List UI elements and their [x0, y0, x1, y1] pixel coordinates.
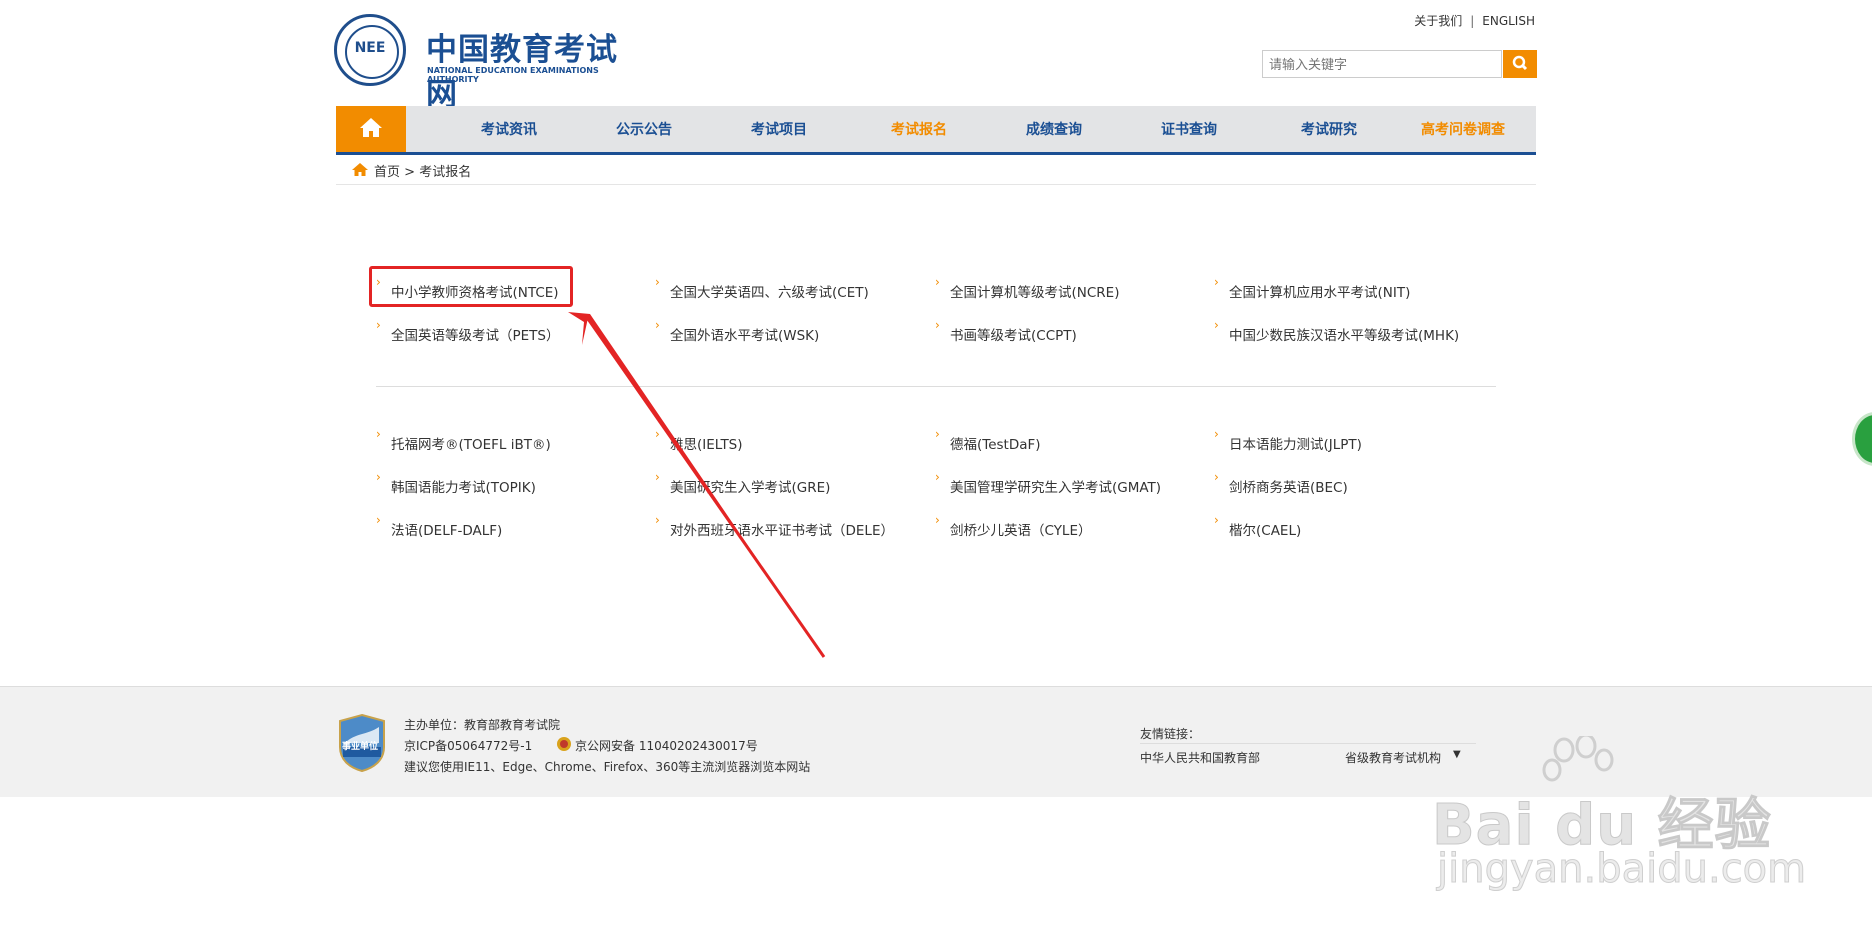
nav-item-certificates[interactable]: 证书查询 [1161, 119, 1217, 139]
exam-link-cet[interactable]: 全国大学英语四、六级考试(CET) [655, 275, 869, 301]
exam-link-toefl[interactable]: 托福网考®(TOEFL iBT®) [376, 427, 551, 453]
top-links-divider: | [1470, 14, 1475, 28]
side-float-button[interactable] [1852, 412, 1872, 466]
search-icon [1512, 55, 1528, 71]
search-input[interactable] [1262, 50, 1502, 78]
breadcrumb: 首页 > 考试报名 [374, 161, 471, 180]
nav-item-notices[interactable]: 公示公告 [616, 119, 672, 139]
exam-link-nit[interactable]: 全国计算机应用水平考试(NIT) [1214, 275, 1410, 301]
exam-link-cyle[interactable]: 剑桥少儿英语（CYLE） [935, 513, 1091, 539]
friend-links-divider [1140, 743, 1476, 744]
highlight-box [369, 266, 573, 307]
exam-link-ncre[interactable]: 全国计算机等级考试(NCRE) [935, 275, 1120, 301]
top-links: 关于我们 | ENGLISH [1414, 12, 1535, 29]
page: NEE 中国教育考试网 NATIONAL EDUCATION EXAMINATI… [0, 0, 1872, 938]
watermark-domain: jingyan.baidu.com [1436, 846, 1807, 893]
police-emblem-icon [557, 737, 571, 751]
nav-home-button[interactable] [336, 106, 406, 152]
exam-link-testdaf[interactable]: 德福(TestDaF) [935, 427, 1040, 453]
friend-link-provincial[interactable]: 省级教育考试机构 [1345, 749, 1441, 766]
exam-link-cael[interactable]: 楷尔(CAEL) [1214, 513, 1301, 539]
annotation-arrow-icon [568, 312, 826, 658]
nav-item-projects[interactable]: 考试项目 [751, 119, 807, 139]
logo-mark: NEE [354, 40, 386, 56]
search-box [1262, 50, 1537, 78]
exam-link-pets[interactable]: 全国英语等级考试（PETS） [376, 318, 559, 344]
nav-item-survey[interactable]: 高考问卷调查 [1421, 119, 1505, 139]
breadcrumb-current: 考试报名 [419, 165, 472, 180]
nav-item-research[interactable]: 考试研究 [1301, 119, 1357, 139]
nav-item-registration[interactable]: 考试报名 [891, 119, 947, 139]
section-divider [376, 386, 1496, 387]
site-logo[interactable]: NEE 中国教育考试网 NATIONAL EDUCATION EXAMINATI… [334, 14, 634, 113]
badge-label: 事业单位 [342, 742, 379, 752]
nav-item-news[interactable]: 考试资讯 [481, 119, 537, 139]
home-icon [360, 118, 382, 137]
friend-link-moe[interactable]: 中华人民共和国教育部 [1140, 749, 1260, 766]
main-nav: 考试资讯 公示公告 考试项目 考试报名 成绩查询 证书查询 考试研究 高考问卷调… [336, 106, 1536, 155]
footer-browser-note: 建议您使用IE11、Edge、Chrome、Firefox、360等主流浏览器浏… [404, 760, 811, 774]
exam-link-jlpt[interactable]: 日本语能力测试(JLPT) [1214, 427, 1362, 453]
exam-link-mhk[interactable]: 中国少数民族汉语水平等级考试(MHK) [1214, 318, 1459, 344]
baidu-watermark: Bai du 经验 jingyan.baidu.com [1432, 736, 1807, 906]
about-link[interactable]: 关于我们 [1414, 14, 1462, 28]
nav-item-scores[interactable]: 成绩查询 [1026, 119, 1082, 139]
footer-icp[interactable]: 京ICP备05064772号-1 [404, 737, 532, 754]
breadcrumb-separator: > [404, 165, 416, 180]
footer-host: 主办单位：教育部教育考试院 [404, 718, 561, 732]
exam-link-bec[interactable]: 剑桥商务英语(BEC) [1214, 470, 1348, 496]
logo-subtitle: NATIONAL EDUCATION EXAMINATIONS AUTHORIT… [427, 66, 599, 84]
footer-security[interactable]: 京公网安备 11040202430017号 [575, 737, 758, 754]
breadcrumb-divider [336, 184, 1536, 185]
breadcrumb-home-icon [352, 163, 368, 176]
english-link[interactable]: ENGLISH [1482, 14, 1535, 28]
breadcrumb-home-link[interactable]: 首页 [374, 165, 400, 180]
exam-link-delf[interactable]: 法语(DELF-DALF) [376, 513, 502, 539]
exam-link-gmat[interactable]: 美国管理学研究生入学考试(GMAT) [935, 470, 1161, 496]
exam-link-topik[interactable]: 韩国语能力考试(TOPIK) [376, 470, 536, 496]
search-button[interactable] [1503, 50, 1537, 78]
friend-links-title: 友情链接： [1140, 727, 1201, 741]
exam-link-ccpt[interactable]: 书画等级考试(CCPT) [935, 318, 1077, 344]
